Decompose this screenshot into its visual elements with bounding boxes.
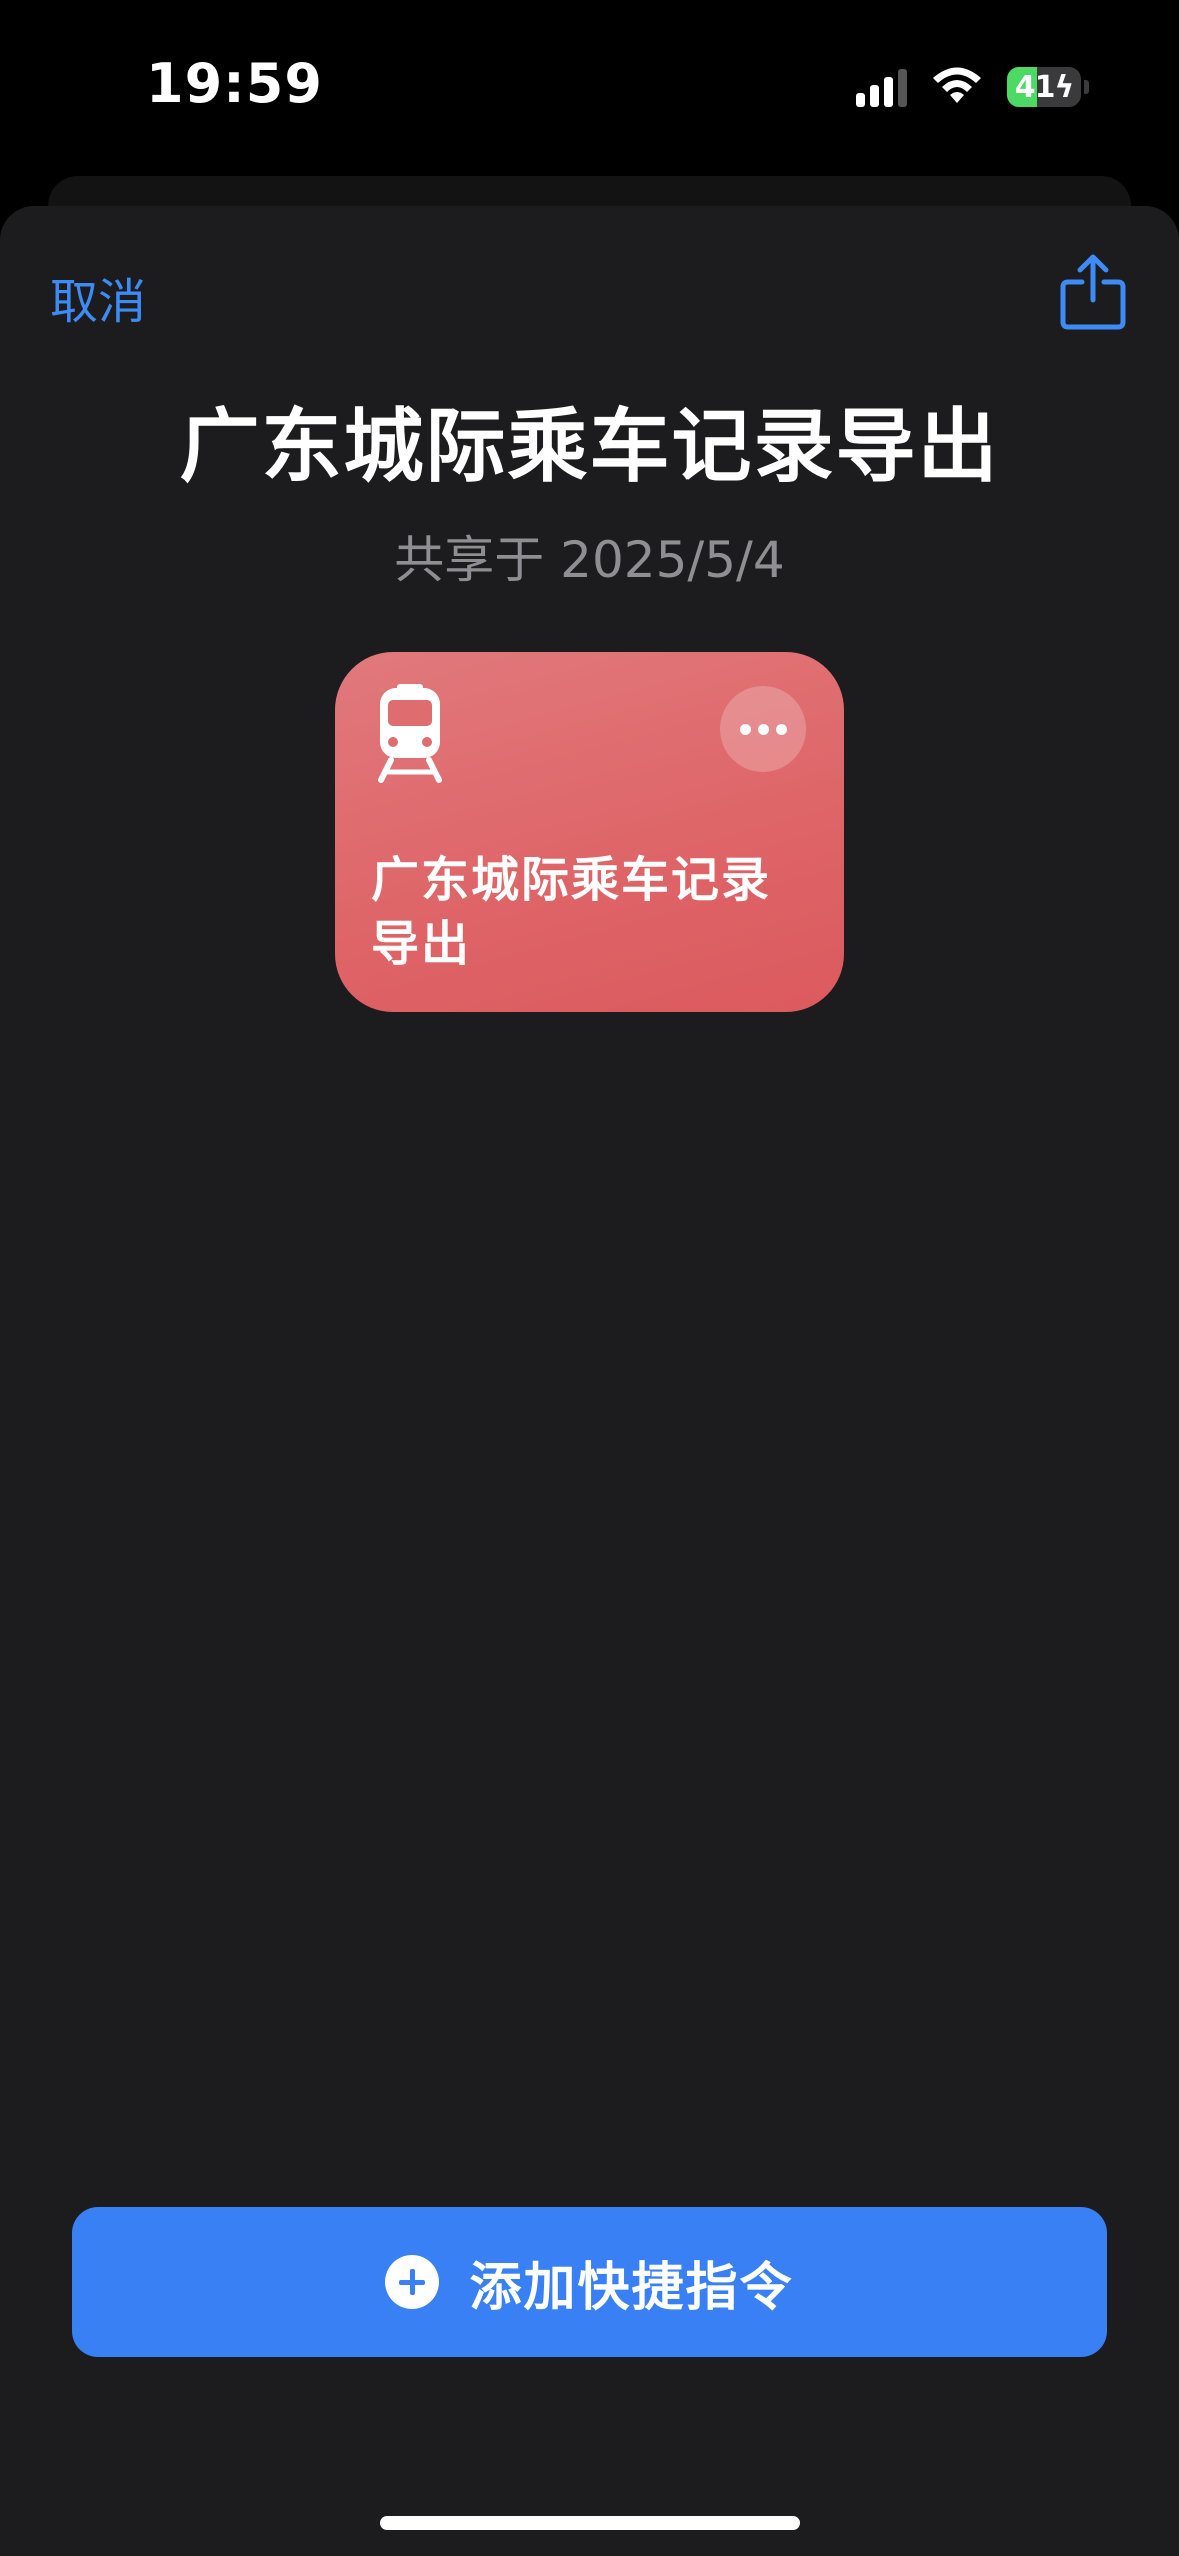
status-icons: 41ϟ — [856, 62, 1089, 112]
bolt-icon: ϟ — [1054, 69, 1074, 105]
battery-level-text: 41 — [1014, 69, 1056, 105]
page-title: 广东城际乘车记录导出 — [179, 400, 1000, 493]
status-bar: 19:59 41ϟ — [0, 0, 1179, 170]
status-time: 19:59 — [146, 52, 323, 115]
battery-level: 41ϟ — [1007, 70, 1081, 105]
shared-date: 共享于 2025/5/4 — [394, 531, 785, 589]
screen: 19:59 41ϟ 取消 广东城际乘车记录导出 共享于 2025/5/4 广东城… — [0, 0, 1179, 2556]
battery-cap — [1084, 80, 1089, 94]
ellipsis-icon[interactable] — [720, 686, 806, 772]
cellular-signal-icon — [856, 67, 907, 107]
plus-circle-icon — [385, 2255, 440, 2309]
battery-charging-icon: 41ϟ — [1007, 67, 1089, 107]
add-shortcut-label: 添加快捷指令 — [469, 2257, 794, 2318]
train-icon — [378, 684, 442, 783]
shortcut-card-title: 广东城际乘车记录导出 — [371, 852, 772, 972]
shortcut-card[interactable]: 广东城际乘车记录导出 — [335, 652, 844, 1012]
wifi-icon — [933, 67, 981, 103]
share-icon[interactable] — [1058, 252, 1128, 332]
cancel-button[interactable]: 取消 — [50, 262, 146, 332]
home-indicator[interactable] — [380, 2516, 800, 2530]
add-shortcut-button[interactable]: 添加快捷指令 — [72, 2207, 1107, 2357]
